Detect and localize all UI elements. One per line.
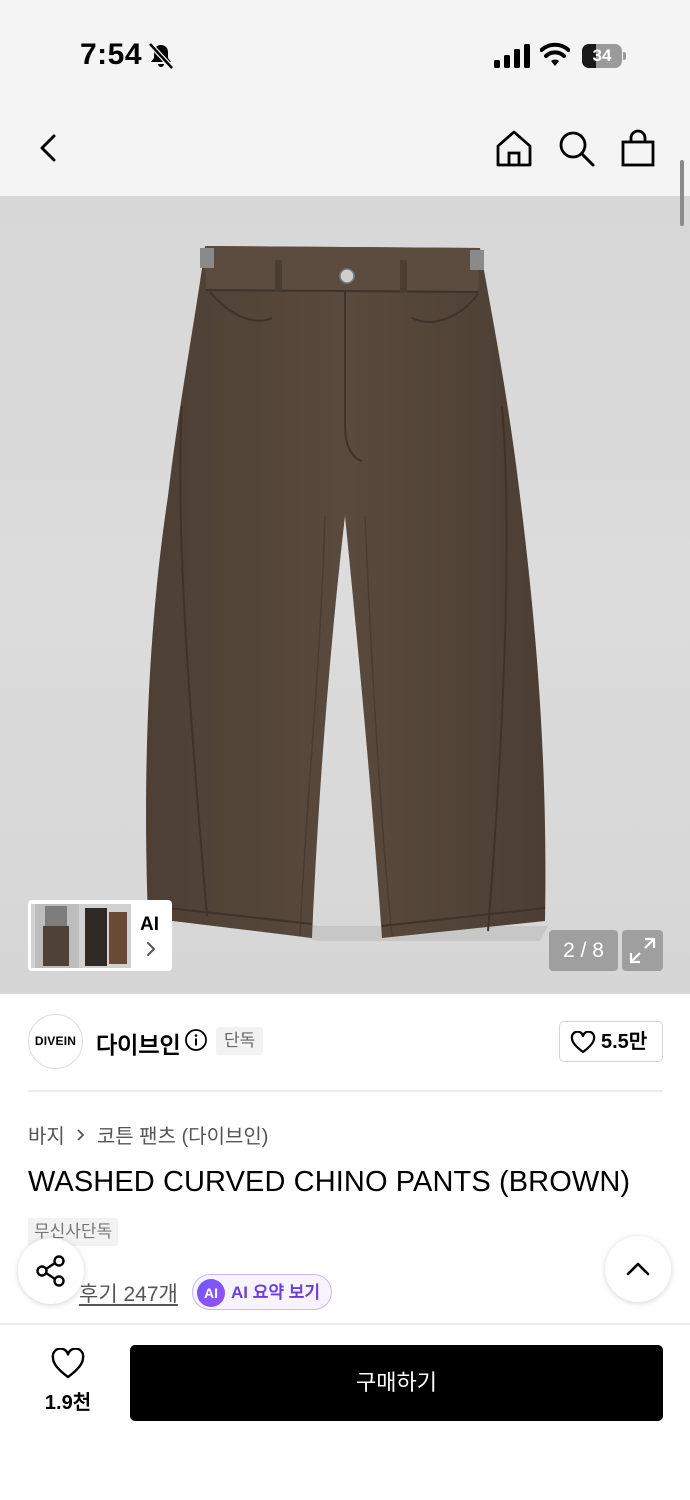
signal-icon xyxy=(494,44,530,68)
share-icon xyxy=(36,1255,65,1287)
ai-look-thumbnail[interactable]: AI xyxy=(28,900,172,971)
product-image-gallery[interactable]: AI 2 / 8 xyxy=(0,196,690,994)
shopping-bag-icon xyxy=(621,129,655,167)
breadcrumb-category[interactable]: 바지 xyxy=(28,1120,65,1149)
product-like-button[interactable]: 1.9천 xyxy=(28,1346,108,1420)
section-divider xyxy=(28,1090,663,1092)
chevron-left-icon xyxy=(40,134,56,162)
brand-logo[interactable]: DIVEIN xyxy=(28,1014,83,1069)
expand-image-button[interactable] xyxy=(622,930,663,971)
buy-button[interactable]: 구매하기 xyxy=(130,1345,663,1421)
ai-label: AI xyxy=(140,914,159,935)
heart-icon xyxy=(51,1348,85,1379)
status-bar: 7:54 34 xyxy=(0,0,690,100)
share-button[interactable] xyxy=(18,1238,84,1304)
brand-name[interactable]: 다이브인 xyxy=(96,1026,181,1060)
back-button[interactable] xyxy=(28,128,68,168)
review-link[interactable]: 후기 247개 xyxy=(79,1278,178,1308)
ai-summary-label: AI 요약 보기 xyxy=(231,1283,321,1302)
model-thumbnail-image xyxy=(31,904,131,968)
battery-indicator: 34 xyxy=(582,44,626,68)
brand-row: DIVEIN 다이브인 단독 5.5만 xyxy=(0,994,690,1090)
home-button[interactable] xyxy=(494,128,534,168)
home-icon xyxy=(496,130,532,167)
ai-summary-button[interactable]: AI AI 요약 보기 xyxy=(192,1274,332,1310)
product-like-count: 1.9천 xyxy=(44,1392,92,1414)
info-icon[interactable] xyxy=(184,1028,208,1052)
bottom-bar-divider xyxy=(0,1323,690,1325)
scroll-indicator xyxy=(680,160,684,226)
brand-like-button[interactable]: 5.5만 xyxy=(559,1021,663,1062)
breadcrumb: 바지 코튼 팬츠 (다이브인) xyxy=(28,1120,268,1149)
search-button[interactable] xyxy=(556,128,596,168)
brand-like-count: 5.5만 xyxy=(601,1031,648,1053)
wifi-icon xyxy=(540,42,570,66)
product-title: WASHED CURVED CHINO PANTS (BROWN) xyxy=(28,1166,631,1198)
heart-icon xyxy=(570,1031,596,1054)
cart-button[interactable] xyxy=(618,128,658,168)
product-photo-pants xyxy=(146,246,548,941)
exclusive-badge: 단독 xyxy=(216,1027,264,1055)
chevron-right-icon xyxy=(147,942,156,956)
expand-icon xyxy=(629,937,656,964)
chevron-right-icon xyxy=(77,1128,85,1141)
search-icon xyxy=(559,131,595,167)
ai-badge: AI xyxy=(197,1279,225,1307)
image-counter: 2 / 8 xyxy=(549,930,618,971)
status-time: 7:54 xyxy=(80,38,143,71)
scroll-to-top-button[interactable] xyxy=(605,1236,671,1302)
bell-muted-icon xyxy=(148,42,174,70)
chevron-up-icon xyxy=(626,1262,650,1276)
battery-percent: 34 xyxy=(592,46,612,65)
top-navigation xyxy=(0,100,690,196)
breadcrumb-subcategory[interactable]: 코튼 팬츠 (다이브인) xyxy=(97,1120,269,1149)
